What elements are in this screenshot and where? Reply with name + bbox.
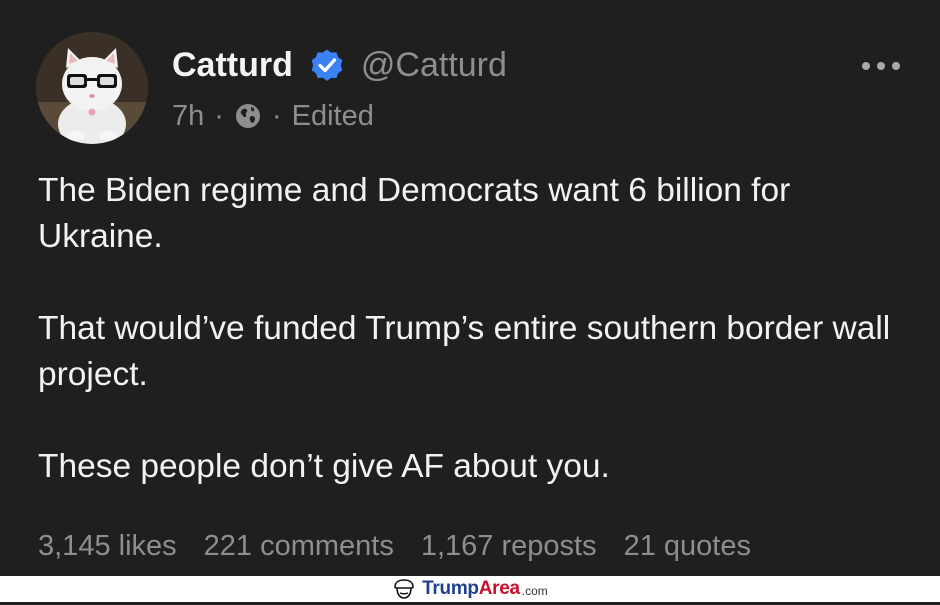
post-paragraph: These people don’t give AF about you. bbox=[38, 448, 610, 485]
watermark-bar: TrumpArea .com bbox=[0, 576, 940, 602]
edited-label[interactable]: Edited bbox=[292, 100, 374, 133]
author-row: Catturd @Catturd bbox=[172, 40, 507, 90]
post-body: The Biden regime and Democrats want 6 bi… bbox=[38, 168, 908, 490]
meta-separator: · bbox=[271, 99, 282, 132]
post-card: Catturd @Catturd 7h · · Edited The Biden… bbox=[0, 0, 940, 576]
post-time[interactable]: 7h bbox=[172, 100, 204, 133]
post-stats: 3,145 likes 221 comments 1,167 reposts 2… bbox=[38, 526, 751, 566]
more-dot bbox=[892, 62, 900, 70]
watermark-brand-b: Area bbox=[478, 578, 520, 599]
comments-count[interactable]: 221 comments bbox=[204, 530, 394, 563]
likes-count[interactable]: 3,145 likes bbox=[38, 530, 177, 563]
trump-area-logo-icon bbox=[392, 578, 416, 600]
avatar[interactable] bbox=[36, 32, 148, 144]
more-dot bbox=[877, 62, 885, 70]
post-meta: 7h · · Edited bbox=[172, 96, 374, 136]
author-display-name[interactable]: Catturd bbox=[172, 46, 293, 85]
author-handle[interactable]: @Catturd bbox=[361, 46, 507, 85]
post-paragraph: That would’ve funded Trump’s entire sout… bbox=[38, 310, 891, 393]
more-options-icon[interactable] bbox=[862, 56, 900, 76]
quotes-count[interactable]: 21 quotes bbox=[624, 530, 751, 563]
cat-avatar-image bbox=[36, 32, 148, 144]
watermark-tld: .com bbox=[521, 584, 548, 598]
watermark-brand: TrumpArea bbox=[422, 578, 520, 600]
more-dot bbox=[862, 62, 870, 70]
globe-icon bbox=[234, 102, 262, 130]
verified-badge-icon bbox=[309, 47, 345, 83]
watermark-brand-a: Trump bbox=[422, 578, 479, 599]
meta-separator: · bbox=[214, 99, 224, 132]
reposts-count[interactable]: 1,167 reposts bbox=[421, 530, 597, 563]
post-paragraph: The Biden regime and Democrats want 6 bi… bbox=[38, 172, 791, 255]
